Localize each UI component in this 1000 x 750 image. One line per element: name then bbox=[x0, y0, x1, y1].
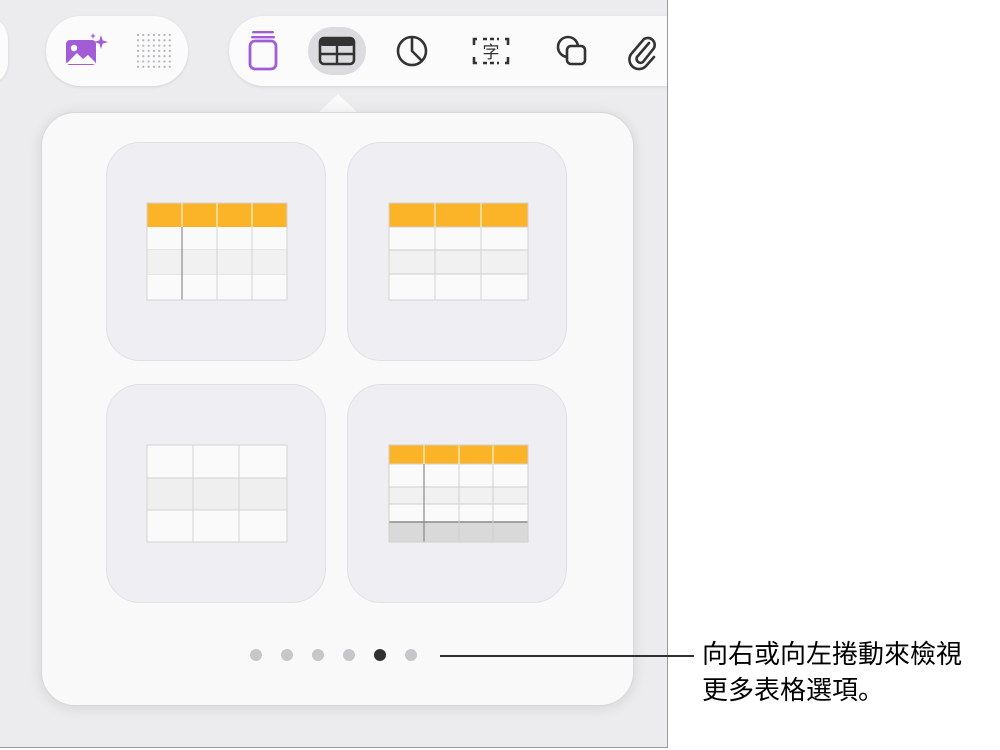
grid-dot bbox=[152, 55, 156, 58]
grid-dot bbox=[147, 49, 150, 53]
grid-dot bbox=[158, 39, 161, 42]
chart-icon bbox=[396, 35, 428, 67]
grid-dot bbox=[152, 49, 156, 53]
grid-dot bbox=[147, 39, 150, 42]
table-preview bbox=[146, 444, 288, 543]
grid-dot bbox=[136, 49, 140, 53]
page-dot[interactable] bbox=[312, 649, 324, 661]
grid-dot bbox=[168, 65, 171, 68]
grid-dot bbox=[163, 33, 166, 37]
grid-dot bbox=[147, 60, 150, 63]
header-row bbox=[389, 203, 528, 227]
grid-dot bbox=[147, 33, 150, 37]
grid-dot bbox=[147, 55, 150, 58]
text-field-button[interactable]: 字 bbox=[462, 27, 520, 75]
grid-dot bbox=[168, 49, 171, 53]
grid-dot bbox=[152, 60, 156, 63]
grid-dot bbox=[152, 44, 156, 47]
grid-dot bbox=[158, 65, 161, 68]
page-dot[interactable] bbox=[250, 649, 262, 661]
grid-dot bbox=[142, 55, 145, 58]
grid-dot bbox=[168, 39, 171, 42]
band-row bbox=[389, 250, 528, 274]
grid-dot bbox=[142, 39, 145, 42]
table-style-header-row-column-footer[interactable] bbox=[347, 384, 567, 603]
shapes-icon bbox=[556, 35, 587, 66]
grid-dot bbox=[152, 39, 156, 42]
page-dot[interactable] bbox=[405, 649, 417, 661]
toolbar-left-stub bbox=[0, 16, 8, 86]
page-dot[interactable] bbox=[343, 649, 355, 661]
page-dot-active[interactable] bbox=[374, 649, 386, 661]
attachment-button[interactable] bbox=[614, 27, 667, 75]
shapes-button[interactable] bbox=[543, 27, 601, 75]
grid-dot bbox=[142, 44, 145, 47]
grid-dot bbox=[136, 55, 140, 58]
grid-dot bbox=[163, 55, 166, 58]
callout-line-1: 向右或向左捲動來檢視 bbox=[702, 639, 963, 669]
table-icon bbox=[318, 36, 356, 66]
grid-dot bbox=[136, 39, 140, 42]
text-field-icon: 字 bbox=[472, 37, 510, 65]
grid-dot bbox=[163, 44, 166, 47]
grid-dot bbox=[168, 33, 171, 37]
grid-dot bbox=[136, 33, 140, 37]
callout-leader-line bbox=[440, 655, 694, 657]
grid-dot bbox=[142, 60, 145, 63]
grid-dot bbox=[163, 65, 166, 68]
table-style-header-row-and-column[interactable] bbox=[106, 142, 326, 361]
grid-dot bbox=[163, 39, 166, 42]
grid-dot bbox=[163, 49, 166, 53]
insert-toolbar-group bbox=[229, 16, 667, 86]
table-style-header-row[interactable] bbox=[347, 142, 567, 361]
text-box-button[interactable] bbox=[234, 27, 292, 75]
popover-arrow bbox=[318, 94, 358, 113]
chart-button[interactable] bbox=[383, 27, 441, 75]
grid-dot bbox=[136, 65, 140, 68]
media-button[interactable] bbox=[57, 27, 115, 75]
grid-dot bbox=[152, 33, 156, 37]
band-row bbox=[147, 478, 287, 510]
page-indicator[interactable] bbox=[250, 649, 417, 663]
grid-dot bbox=[158, 44, 161, 47]
grid-dot bbox=[158, 49, 161, 53]
photo-sparkle-icon bbox=[66, 33, 108, 65]
dot-grid-icon bbox=[136, 33, 171, 68]
grid-dot bbox=[142, 33, 145, 37]
grid-dot bbox=[147, 44, 150, 47]
app-screen: 字 bbox=[0, 0, 668, 748]
grid-dot bbox=[158, 33, 161, 37]
grid-dot bbox=[168, 60, 171, 63]
callout-text: 向右或向左捲動來檢視 更多表格選項。 bbox=[702, 636, 992, 708]
table-styles-popover bbox=[41, 112, 634, 706]
text-box-icon bbox=[248, 31, 278, 71]
grid-dot bbox=[158, 60, 161, 63]
grid-dot bbox=[136, 44, 140, 47]
callout-line-2: 更多表格選項。 bbox=[702, 675, 885, 705]
table-style-plain[interactable] bbox=[106, 384, 326, 603]
table-preview bbox=[388, 444, 529, 543]
table-preview bbox=[146, 202, 288, 301]
page-dot[interactable] bbox=[281, 649, 293, 661]
table-button[interactable] bbox=[308, 27, 366, 75]
grid-dot bbox=[152, 65, 156, 68]
drawing-button[interactable] bbox=[125, 27, 183, 75]
grid-dot bbox=[147, 65, 150, 68]
text-field-glyph: 字 bbox=[483, 43, 500, 63]
paperclip-icon bbox=[628, 36, 656, 71]
table-preview bbox=[388, 202, 529, 301]
grid-dot bbox=[142, 49, 145, 53]
grid-dot bbox=[142, 65, 145, 68]
grid-dot bbox=[136, 60, 140, 63]
grid-dot bbox=[158, 55, 161, 58]
grid-dot bbox=[163, 60, 166, 63]
grid-dot bbox=[168, 55, 171, 58]
grid-dot bbox=[168, 44, 171, 47]
